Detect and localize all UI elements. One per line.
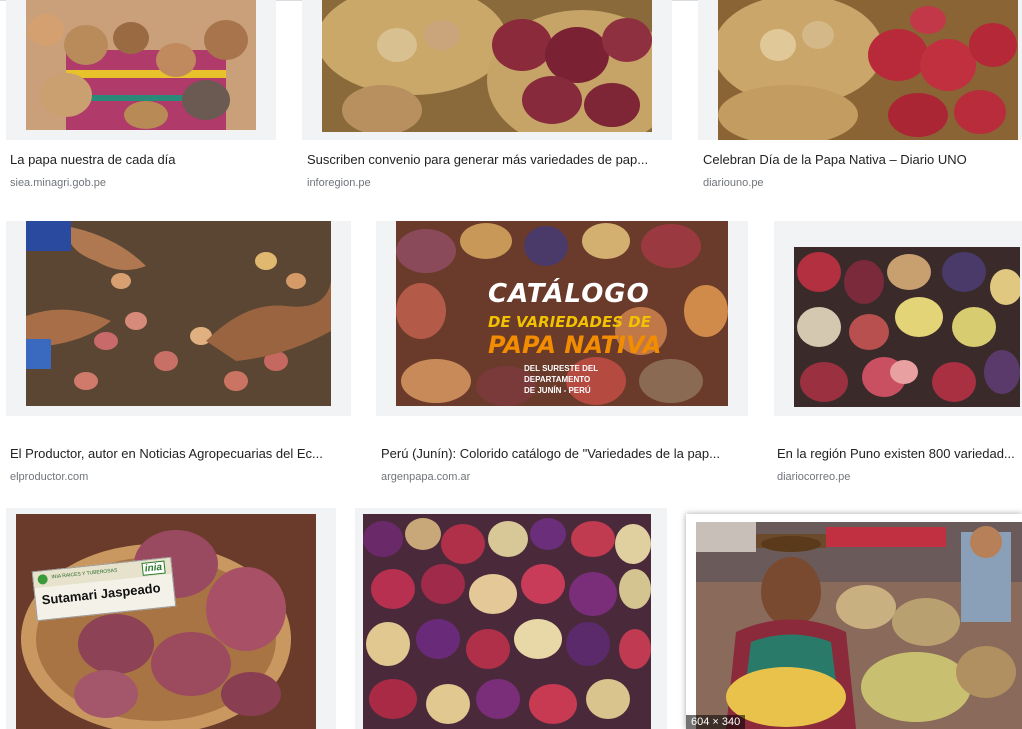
- catalog-subtitle-line5: DEPARTAMENTO: [524, 375, 591, 384]
- red-potatoes-in-baskets-image: [718, 0, 1018, 140]
- result-card-6[interactable]: En la región Puno existen 800 variedad..…: [772, 215, 1022, 490]
- result-source-4[interactable]: elproductor.com: [10, 470, 88, 484]
- mixed-colorful-potatoes-image: [363, 514, 651, 729]
- result-source-1[interactable]: siea.minagri.gob.pe: [10, 176, 106, 190]
- potatoes-on-cloth-image: [26, 0, 256, 130]
- result-title-6[interactable]: En la región Puno existen 800 variedad..…: [777, 446, 1022, 462]
- result-thumbnail-4[interactable]: [6, 221, 351, 416]
- sutamari-jaspeado-image: INIA RAICES Y TUBEROSAS inia Sutamari Ja…: [16, 514, 316, 729]
- cut-native-potatoes-image: [794, 247, 1020, 407]
- result-thumbnail-6[interactable]: [774, 221, 1022, 416]
- harvest-hands-image: [26, 221, 331, 406]
- result-title-4[interactable]: El Productor, autor en Noticias Agropecu…: [10, 446, 355, 462]
- market-vendor-image: [696, 522, 1022, 729]
- result-title-1[interactable]: La papa nuestra de cada día: [10, 152, 280, 168]
- result-card-3[interactable]: Celebran Día de la Papa Nativa – Diario …: [698, 0, 1022, 200]
- catalog-title-line1: CATÁLOGO: [488, 279, 650, 309]
- result-thumbnail-5[interactable]: CATÁLOGO DE VARIEDADES DE PAPA NATIVA DE…: [376, 221, 748, 416]
- result-thumbnail-9[interactable]: 604 × 340: [686, 514, 1022, 729]
- result-thumbnail-8[interactable]: [355, 508, 667, 729]
- result-title-3[interactable]: Celebran Día de la Papa Nativa – Diario …: [703, 152, 1018, 168]
- result-source-2[interactable]: inforegion.pe: [307, 176, 371, 190]
- catalog-title-line3: PAPA NATIVA: [488, 331, 662, 359]
- potatoes-in-baskets-image: [322, 0, 652, 132]
- result-source-3[interactable]: diariouno.pe: [703, 176, 764, 190]
- result-thumbnail-1[interactable]: [6, 0, 276, 140]
- result-source-6[interactable]: diariocorreo.pe: [777, 470, 850, 484]
- result-title-5[interactable]: Perú (Junín): Colorido catálogo de "Vari…: [381, 446, 756, 462]
- result-thumbnail-3[interactable]: [698, 0, 1022, 140]
- result-card-8[interactable]: [355, 508, 670, 729]
- catalog-cover-image: CATÁLOGO DE VARIEDADES DE PAPA NATIVA DE…: [396, 221, 728, 406]
- image-dimensions-badge: 604 × 340: [686, 715, 746, 729]
- result-thumbnail-2[interactable]: [302, 0, 672, 140]
- result-card-7[interactable]: INIA RAICES Y TUBEROSAS inia Sutamari Ja…: [0, 508, 345, 729]
- result-thumbnail-7[interactable]: INIA RAICES Y TUBEROSAS inia Sutamari Ja…: [6, 508, 336, 729]
- result-title-2[interactable]: Suscriben convenio para generar más vari…: [307, 152, 677, 168]
- catalog-subtitle-line4: DEL SURESTE DEL: [524, 364, 599, 373]
- catalog-title-line2: DE VARIEDADES DE: [488, 313, 651, 331]
- inia-logo: inia: [141, 560, 166, 576]
- result-source-5[interactable]: argenpapa.com.ar: [381, 470, 470, 484]
- catalog-subtitle-line6: DE JUNÍN - PERÚ: [524, 386, 591, 395]
- result-card-9[interactable]: 604 × 340: [686, 508, 1022, 729]
- result-card-5[interactable]: CATÁLOGO DE VARIEDADES DE PAPA NATIVA DE…: [372, 215, 762, 490]
- result-card-2[interactable]: Suscriben convenio para generar más vari…: [300, 0, 690, 200]
- result-card-4[interactable]: El Productor, autor en Noticias Agropecu…: [0, 215, 365, 490]
- result-card-1[interactable]: La papa nuestra de cada día siea.minagri…: [0, 0, 290, 200]
